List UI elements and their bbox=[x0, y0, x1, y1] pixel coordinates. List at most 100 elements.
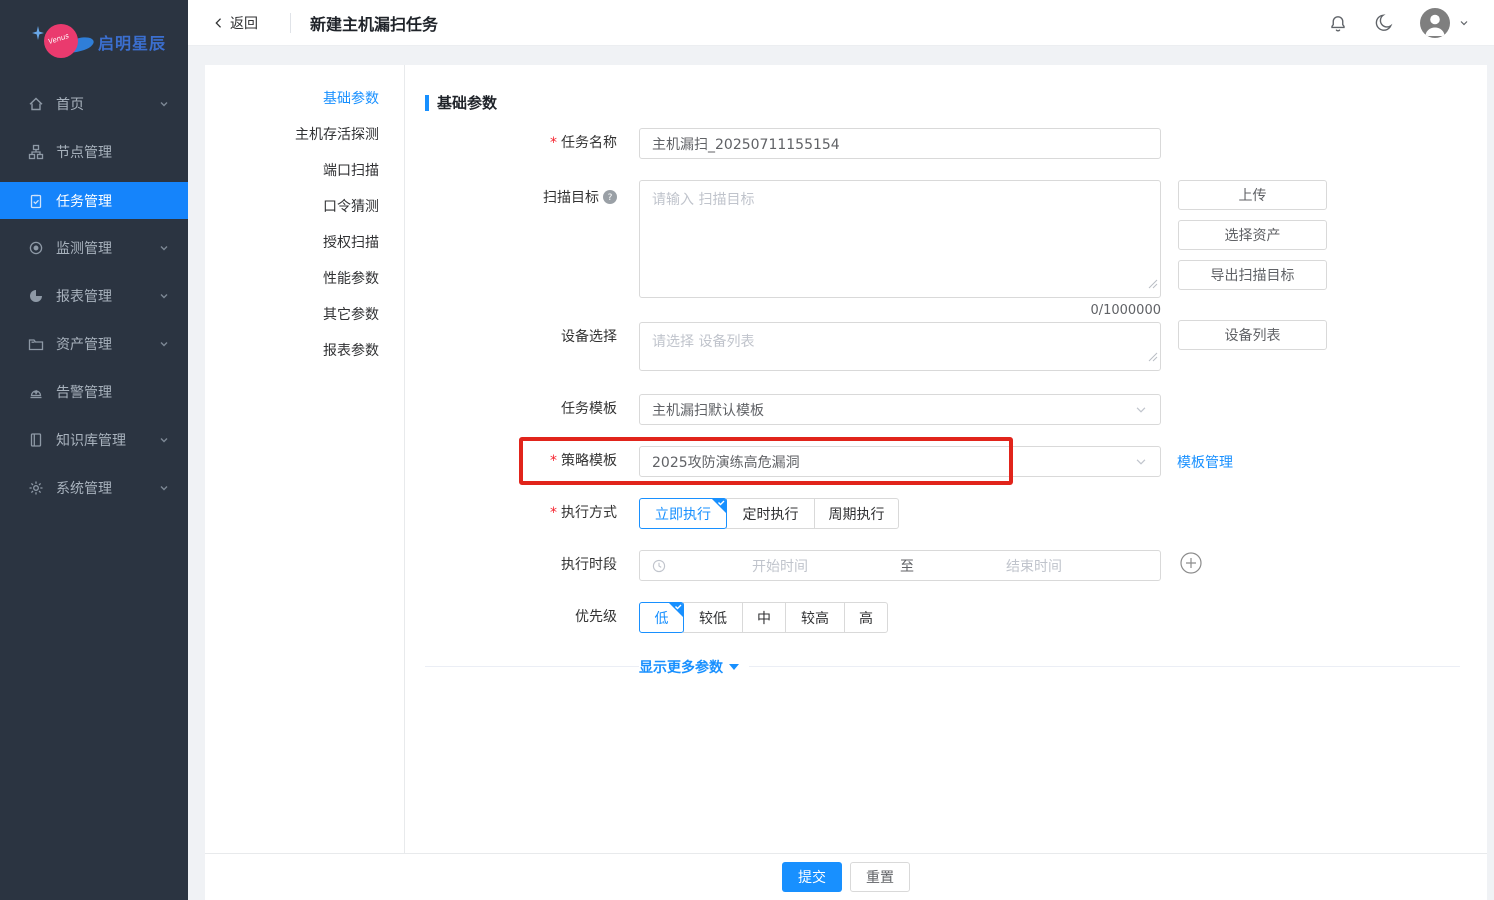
chevron-down-icon bbox=[158, 434, 170, 450]
task-name-label: *任务名称 bbox=[430, 128, 617, 159]
sidebar-item-alerts[interactable]: 告警管理 bbox=[0, 368, 188, 416]
priority-low[interactable]: 低 bbox=[639, 602, 684, 633]
form-footer: 提交 重置 bbox=[205, 853, 1487, 900]
logo-circle: Venus bbox=[44, 24, 78, 58]
template-manage-link[interactable]: 模板管理 bbox=[1177, 452, 1233, 472]
sidebar-item-nodes[interactable]: 节点管理 bbox=[0, 128, 188, 176]
sidebar-item-label: 监测管理 bbox=[56, 238, 112, 258]
device-list-button[interactable]: 设备列表 bbox=[1178, 320, 1327, 350]
help-icon[interactable]: ? bbox=[603, 190, 617, 204]
selected-check-icon bbox=[712, 499, 726, 513]
chevron-down-icon bbox=[158, 98, 170, 114]
exec-period-label: 执行时段 bbox=[430, 550, 617, 581]
required-mark: * bbox=[550, 453, 557, 469]
node-tree-icon bbox=[28, 144, 44, 160]
exec-period-field: 开始时间 至 结束时间 bbox=[639, 550, 1161, 581]
policy-template-field: 2025攻防演练高危漏洞 bbox=[639, 446, 1161, 477]
priority-medium[interactable]: 中 bbox=[742, 602, 786, 633]
char-counter: 0/1000000 bbox=[639, 303, 1161, 318]
chevron-down-icon bbox=[158, 242, 170, 258]
clipboard-task-icon bbox=[28, 193, 44, 209]
sidebar-item-tasks[interactable]: 任务管理 bbox=[0, 182, 188, 219]
sidebar-item-label: 节点管理 bbox=[56, 142, 112, 162]
policy-template-select[interactable]: 2025攻防演练高危漏洞 bbox=[639, 446, 1161, 477]
upload-button[interactable]: 上传 bbox=[1178, 180, 1327, 210]
anchor-password-guess[interactable]: 口令猜测 bbox=[205, 189, 404, 225]
target-icon bbox=[28, 240, 44, 256]
template-manage-link-wrap: 模板管理 bbox=[1177, 446, 1233, 477]
section-header: 基础参数 bbox=[425, 92, 497, 113]
exec-mode-label: *执行方式 bbox=[430, 498, 617, 529]
section-accent-bar bbox=[425, 95, 429, 111]
submit-button[interactable]: 提交 bbox=[782, 862, 842, 892]
sidebar: Venus 启明星辰 首页 节点管理 任务管理 监测管理 报表管理 资产管理 告… bbox=[0, 0, 188, 900]
device-select-label: 设备选择 bbox=[430, 326, 617, 346]
main-panel: 基础参数 主机存活探测 端口扫描 口令猜测 授权扫描 性能参数 其它参数 报表参… bbox=[205, 65, 1487, 900]
topbar: 返回 新建主机漏扫任务 bbox=[188, 0, 1494, 46]
sidebar-item-label: 系统管理 bbox=[56, 478, 112, 498]
section-anchor-nav: 基础参数 主机存活探测 端口扫描 口令猜测 授权扫描 性能参数 其它参数 报表参… bbox=[205, 65, 405, 853]
priority-group: 低 较低 中 较高 高 bbox=[639, 602, 1161, 633]
clock-icon bbox=[652, 559, 666, 573]
folder-icon bbox=[28, 336, 44, 352]
sidebar-item-label: 告警管理 bbox=[56, 382, 112, 402]
reset-button[interactable]: 重置 bbox=[850, 862, 910, 892]
export-scan-target-button[interactable]: 导出扫描目标 bbox=[1178, 260, 1327, 290]
policy-template-label: *策略模板 bbox=[430, 446, 617, 477]
policy-template-value: 2025攻防演练高危漏洞 bbox=[652, 452, 1134, 472]
sidebar-item-assets[interactable]: 资产管理 bbox=[0, 320, 188, 368]
priority-high[interactable]: 高 bbox=[844, 602, 888, 633]
exec-mode-immediate[interactable]: 立即执行 bbox=[639, 498, 727, 529]
add-period-button[interactable] bbox=[1180, 552, 1202, 574]
back-label: 返回 bbox=[230, 13, 258, 33]
notification-bell-icon[interactable] bbox=[1328, 13, 1348, 33]
svg-text:?: ? bbox=[608, 193, 613, 203]
scan-target-field bbox=[639, 180, 1161, 298]
section-title: 基础参数 bbox=[437, 92, 497, 113]
anchor-host-alive[interactable]: 主机存活探测 bbox=[205, 117, 404, 153]
pie-chart-icon bbox=[28, 288, 44, 304]
range-separator: 至 bbox=[894, 556, 920, 576]
task-template-field: 主机漏扫默认模板 bbox=[639, 394, 1161, 425]
show-more-params-link[interactable]: 显示更多参数 bbox=[639, 657, 749, 677]
exec-mode-group: 立即执行 定时执行 周期执行 bbox=[639, 498, 1161, 529]
selected-check-icon bbox=[669, 603, 683, 617]
sidebar-item-monitoring[interactable]: 监测管理 bbox=[0, 224, 188, 272]
brand-logo: Venus 启明星辰 bbox=[22, 16, 172, 72]
back-button[interactable]: 返回 bbox=[212, 0, 258, 46]
gear-icon bbox=[28, 480, 44, 496]
alarm-icon bbox=[28, 384, 44, 400]
sidebar-item-reports[interactable]: 报表管理 bbox=[0, 272, 188, 320]
back-chevron-icon bbox=[212, 16, 226, 30]
task-template-label: 任务模板 bbox=[430, 394, 617, 425]
anchor-port-scan[interactable]: 端口扫描 bbox=[205, 153, 404, 189]
exec-mode-periodic[interactable]: 周期执行 bbox=[814, 498, 899, 529]
user-menu[interactable] bbox=[1420, 8, 1470, 38]
sidebar-item-label: 首页 bbox=[56, 94, 84, 114]
dark-mode-moon-icon[interactable] bbox=[1374, 13, 1394, 33]
priority-lower[interactable]: 较低 bbox=[683, 602, 743, 633]
device-select-textarea[interactable] bbox=[639, 322, 1161, 371]
time-range-picker[interactable]: 开始时间 至 结束时间 bbox=[639, 550, 1161, 581]
sidebar-item-system[interactable]: 系统管理 bbox=[0, 464, 188, 512]
sidebar-item-knowledge[interactable]: 知识库管理 bbox=[0, 416, 188, 464]
sidebar-item-label: 任务管理 bbox=[56, 191, 112, 211]
task-template-select[interactable]: 主机漏扫默认模板 bbox=[639, 394, 1161, 425]
device-select-field bbox=[639, 322, 1161, 371]
avatar bbox=[1420, 8, 1450, 38]
book-icon bbox=[28, 432, 44, 448]
anchor-performance[interactable]: 性能参数 bbox=[205, 261, 404, 297]
priority-higher[interactable]: 较高 bbox=[785, 602, 845, 633]
sidebar-item-home[interactable]: 首页 bbox=[0, 80, 188, 128]
task-name-input[interactable] bbox=[639, 128, 1161, 159]
chevron-down-icon bbox=[1458, 17, 1470, 29]
exec-mode-scheduled[interactable]: 定时执行 bbox=[726, 498, 815, 529]
sidebar-item-label: 资产管理 bbox=[56, 334, 112, 354]
anchor-other-params[interactable]: 其它参数 bbox=[205, 297, 404, 333]
select-asset-button[interactable]: 选择资产 bbox=[1178, 220, 1327, 250]
anchor-auth-scan[interactable]: 授权扫描 bbox=[205, 225, 404, 261]
required-mark: * bbox=[550, 505, 557, 521]
scan-target-textarea[interactable] bbox=[639, 180, 1161, 298]
anchor-report-params[interactable]: 报表参数 bbox=[205, 333, 404, 369]
anchor-basic-params[interactable]: 基础参数 bbox=[205, 81, 404, 117]
